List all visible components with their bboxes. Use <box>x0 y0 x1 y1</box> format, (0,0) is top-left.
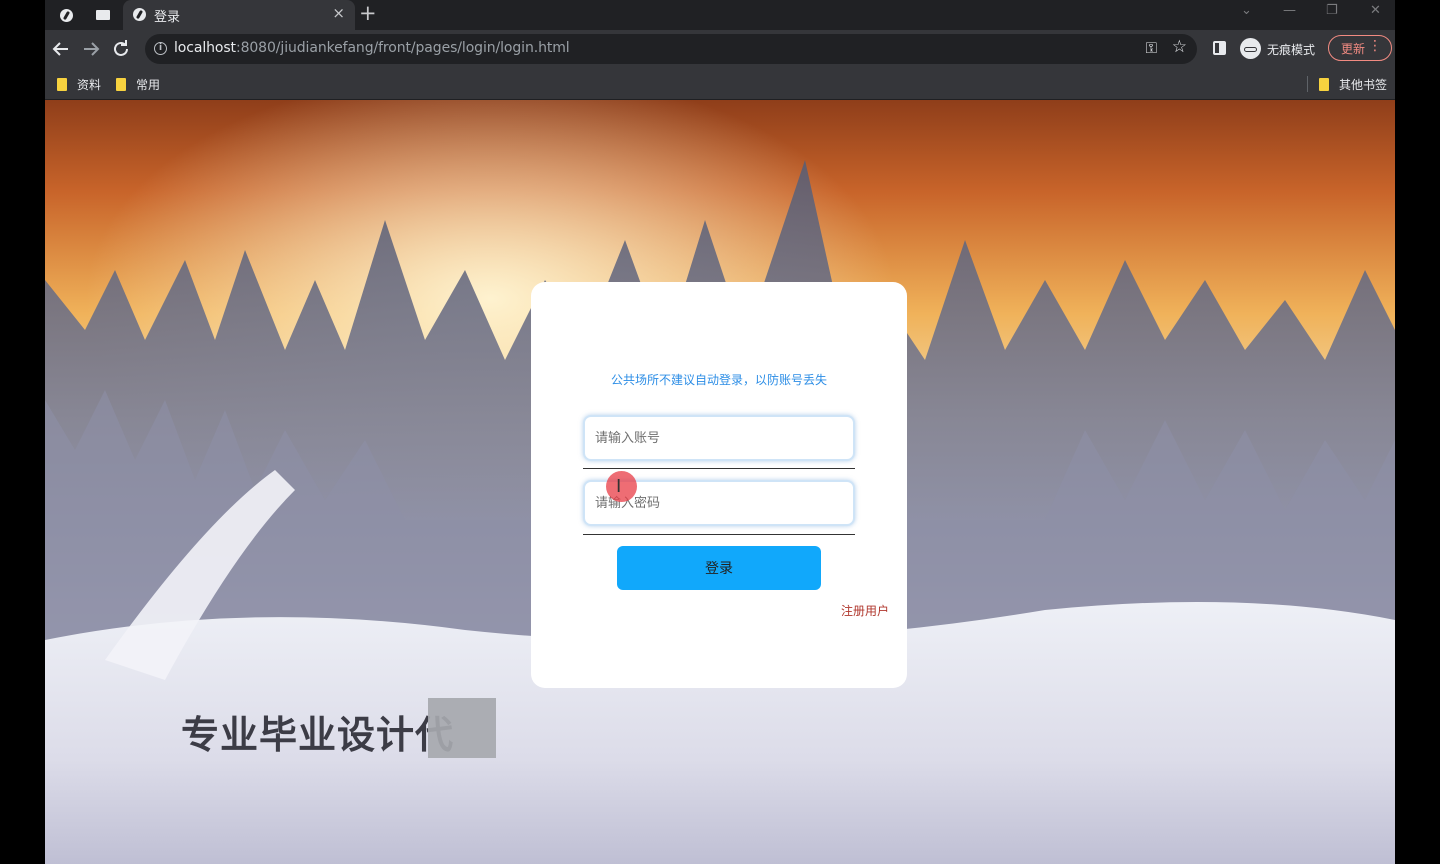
register-link[interactable]: 注册用户 <box>841 602 889 619</box>
reload-arrow-icon <box>114 40 128 56</box>
profile-tab-icon[interactable] <box>56 5 76 25</box>
tab-strip: 登录 × + ⌄ — ❐ ✕ <box>45 0 1395 30</box>
back-icon[interactable] <box>49 37 73 61</box>
browser-window: 登录 × + ⌄ — ❐ ✕ i localhost:8080/jiudiank… <box>45 0 1395 864</box>
click-indicator <box>606 471 637 502</box>
username-field-wrapper <box>583 415 855 461</box>
site-info-icon[interactable]: i <box>154 42 167 55</box>
incognito-icon[interactable] <box>1240 38 1261 59</box>
close-window-icon[interactable]: ✕ <box>1370 3 1381 18</box>
reload-icon[interactable] <box>109 37 133 61</box>
tab-close-icon[interactable]: × <box>332 4 345 22</box>
login-page: 公共场所不建议自动登录，以防账号丢失 登录 注册用户 I 专业毕业设计代 <box>45 100 1395 864</box>
incognito-label[interactable]: 无痕模式 <box>1267 41 1315 58</box>
restore-icon[interactable]: ❐ <box>1326 3 1338 18</box>
update-label: 更新 <box>1341 42 1366 56</box>
back-arrow-icon <box>52 42 68 56</box>
security-tip: 公共场所不建议自动登录，以防账号丢失 <box>610 373 827 387</box>
bookmark-star-icon[interactable]: ☆ <box>1172 37 1187 57</box>
folder-icon <box>116 77 126 91</box>
minimize-icon[interactable]: — <box>1283 3 1296 18</box>
forward-arrow-icon <box>84 42 100 56</box>
more-menu-icon: ⋮ <box>1368 38 1382 54</box>
bookmark-separator <box>1307 76 1308 92</box>
active-tab[interactable]: 登录 × <box>123 0 355 30</box>
address-bar[interactable]: i localhost:8080/jiudiankefang/front/pag… <box>145 34 1197 64</box>
mosaic-blur <box>428 698 496 758</box>
bookmark-label: 其他书签 <box>1339 77 1388 92</box>
folder-icon <box>1319 77 1329 91</box>
new-tab-button[interactable]: + <box>359 1 377 25</box>
forward-icon[interactable] <box>79 37 103 61</box>
bookmark-label: 常用 <box>136 77 161 92</box>
bookmark-folder-ziliao[interactable]: 资料 <box>57 74 101 94</box>
globe-icon <box>59 8 73 22</box>
tab-title: 登录 <box>154 10 181 25</box>
bookmark-label: 资料 <box>77 77 102 92</box>
window-icon <box>96 10 110 20</box>
bookmark-folder-changyong[interactable]: 常用 <box>116 74 160 94</box>
tab-search-icon[interactable]: ⌄ <box>1241 3 1252 18</box>
login-card: 公共场所不建议自动登录，以防账号丢失 登录 注册用户 <box>531 282 907 688</box>
text-cursor-icon: I <box>616 476 622 497</box>
username-input[interactable] <box>585 417 853 459</box>
browser-toolbar: i localhost:8080/jiudiankefang/front/pag… <box>45 30 1395 68</box>
other-bookmarks-folder[interactable]: 其他书签 <box>1319 74 1387 94</box>
watermark-text: 专业毕业设计代 <box>181 713 455 757</box>
url-text[interactable]: localhost:8080/jiudiankefang/front/pages… <box>174 40 570 56</box>
url-host: localhost <box>174 40 236 56</box>
username-underline <box>583 468 855 469</box>
bookmarks-bar: 资料 常用 其他书签 <box>45 68 1395 100</box>
url-path: :8080/jiudiankefang/front/pages/login/lo… <box>235 40 570 56</box>
site-favicon-icon <box>133 8 146 21</box>
password-underline <box>583 534 855 535</box>
password-key-icon[interactable]: ⚿ <box>1146 39 1157 57</box>
folder-icon <box>57 77 67 91</box>
side-panel-icon[interactable] <box>1213 41 1226 55</box>
tab-group-icon[interactable] <box>93 5 113 25</box>
update-button[interactable]: 更新 ⋮ <box>1328 35 1392 61</box>
login-button[interactable]: 登录 <box>617 546 821 590</box>
